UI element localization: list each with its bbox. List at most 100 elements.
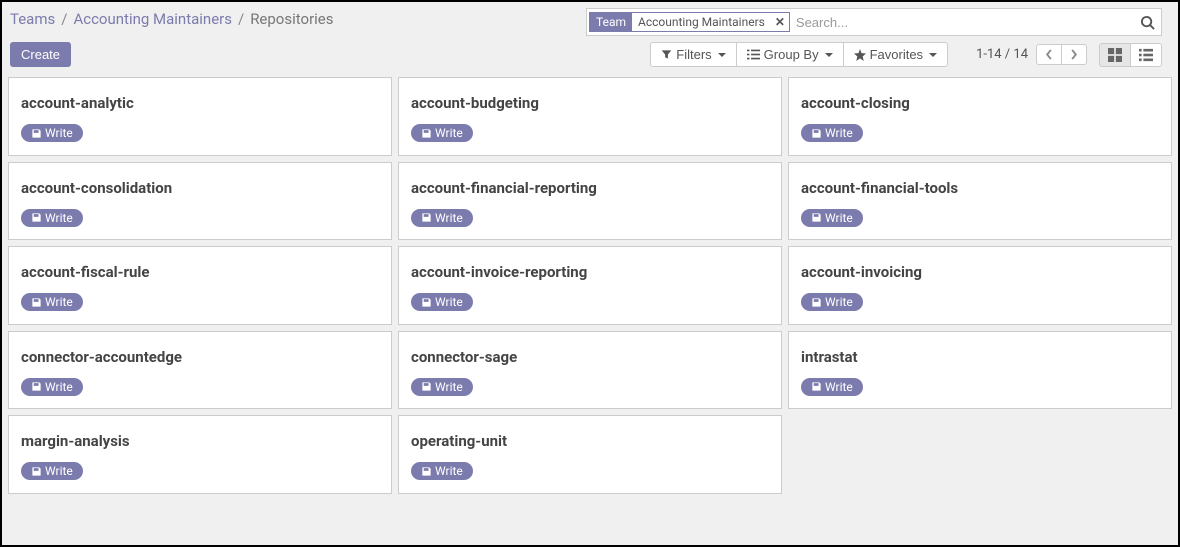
breadcrumb-teams[interactable]: Teams <box>10 10 55 28</box>
facet-value: Accounting Maintainers <box>632 13 771 31</box>
repo-card[interactable]: account-budgeting Write <box>398 77 782 156</box>
filters-button[interactable]: Filters <box>650 42 736 67</box>
write-label: Write <box>45 464 73 478</box>
breadcrumb-current: Repositories <box>250 10 333 28</box>
save-icon <box>421 381 432 392</box>
search-box[interactable]: Team Accounting Maintainers ✕ <box>586 8 1162 36</box>
write-label: Write <box>825 126 853 140</box>
write-button[interactable]: Write <box>21 293 83 311</box>
chevron-left-icon <box>1045 49 1053 60</box>
repo-card[interactable]: account-consolidation Write <box>8 162 392 241</box>
breadcrumb: Teams / Accounting Maintainers / Reposit… <box>10 8 334 28</box>
repo-title: account-closing <box>801 94 1159 112</box>
write-button[interactable]: Write <box>801 124 863 142</box>
prev-page-button[interactable] <box>1036 44 1062 65</box>
repo-card[interactable]: margin-analysis Write <box>8 415 392 494</box>
repo-card[interactable]: operating-unit Write <box>398 415 782 494</box>
repo-title: account-invoicing <box>801 263 1159 281</box>
kanban-view-button[interactable] <box>1099 43 1131 67</box>
repo-title: margin-analysis <box>21 432 379 450</box>
write-label: Write <box>435 295 463 309</box>
repo-title: operating-unit <box>411 432 769 450</box>
pager-info[interactable]: 1-14 / 14 <box>976 47 1028 62</box>
write-button[interactable]: Write <box>411 209 473 227</box>
write-button[interactable]: Write <box>801 209 863 227</box>
save-icon <box>421 466 432 477</box>
repo-card[interactable]: connector-accountedge Write <box>8 331 392 410</box>
caret-icon <box>718 53 726 57</box>
save-icon <box>421 128 432 139</box>
facet-remove-icon[interactable]: ✕ <box>771 13 789 31</box>
repo-card[interactable]: account-analytic Write <box>8 77 392 156</box>
breadcrumb-sep: / <box>238 10 244 28</box>
repo-title: account-analytic <box>21 94 379 112</box>
write-label: Write <box>435 464 463 478</box>
write-button[interactable]: Write <box>21 209 83 227</box>
search-input[interactable] <box>790 11 1140 33</box>
repo-card[interactable]: account-invoice-reporting Write <box>398 246 782 325</box>
facet-label: Team <box>590 13 632 31</box>
write-button[interactable]: Write <box>21 124 83 142</box>
repo-title: account-invoice-reporting <box>411 263 769 281</box>
caret-icon <box>929 53 937 57</box>
repo-card[interactable]: account-fiscal-rule Write <box>8 246 392 325</box>
write-button[interactable]: Write <box>411 124 473 142</box>
repo-title: account-consolidation <box>21 179 379 197</box>
save-icon <box>31 212 42 223</box>
search-icon[interactable] <box>1140 15 1155 30</box>
breadcrumb-team-name[interactable]: Accounting Maintainers <box>73 10 232 28</box>
write-label: Write <box>825 380 853 394</box>
save-icon <box>31 466 42 477</box>
list-view-icon <box>1139 48 1153 62</box>
repo-title: connector-sage <box>411 348 769 366</box>
save-icon <box>811 128 822 139</box>
write-button[interactable]: Write <box>411 378 473 396</box>
repo-card[interactable]: intrastatWrite <box>788 331 1172 410</box>
favorites-button[interactable]: Favorites <box>844 42 948 67</box>
list-icon <box>747 49 760 60</box>
repo-title: connector-accountedge <box>21 348 379 366</box>
chevron-right-icon <box>1070 49 1078 60</box>
caret-icon <box>825 53 833 57</box>
repo-title: account-budgeting <box>411 94 769 112</box>
search-facet: Team Accounting Maintainers ✕ <box>589 12 790 32</box>
groupby-button[interactable]: Group By <box>737 42 844 67</box>
filters-label: Filters <box>676 47 711 62</box>
save-icon <box>31 297 42 308</box>
write-button[interactable]: Write <box>21 462 83 480</box>
save-icon <box>811 297 822 308</box>
write-label: Write <box>825 295 853 309</box>
write-label: Write <box>45 211 73 225</box>
repo-title: account-fiscal-rule <box>21 263 379 281</box>
list-view-button[interactable] <box>1131 43 1162 67</box>
create-button[interactable]: Create <box>10 42 71 67</box>
kanban-icon <box>1108 48 1122 62</box>
write-label: Write <box>45 126 73 140</box>
write-button[interactable]: Write <box>411 462 473 480</box>
star-icon <box>854 49 866 61</box>
repo-card[interactable]: account-closing Write <box>788 77 1172 156</box>
write-label: Write <box>435 380 463 394</box>
repo-title: account-financial-reporting <box>411 179 769 197</box>
repo-card[interactable]: connector-sage Write <box>398 331 782 410</box>
favorites-label: Favorites <box>870 47 923 62</box>
write-label: Write <box>45 295 73 309</box>
write-label: Write <box>45 380 73 394</box>
repo-title: account-financial-tools <box>801 179 1159 197</box>
groupby-label: Group By <box>764 47 819 62</box>
write-label: Write <box>825 211 853 225</box>
breadcrumb-sep: / <box>61 10 67 28</box>
write-button[interactable]: Write <box>801 293 863 311</box>
write-button[interactable]: Write <box>21 378 83 396</box>
write-button[interactable]: Write <box>801 378 863 396</box>
save-icon <box>811 212 822 223</box>
save-icon <box>811 381 822 392</box>
repo-card[interactable]: account-financial-reporting Write <box>398 162 782 241</box>
write-label: Write <box>435 126 463 140</box>
next-page-button[interactable] <box>1062 44 1087 65</box>
repo-card[interactable]: account-invoicing Write <box>788 246 1172 325</box>
write-button[interactable]: Write <box>411 293 473 311</box>
repo-card[interactable]: account-financial-tools Write <box>788 162 1172 241</box>
save-icon <box>421 212 432 223</box>
filter-icon <box>661 49 672 60</box>
